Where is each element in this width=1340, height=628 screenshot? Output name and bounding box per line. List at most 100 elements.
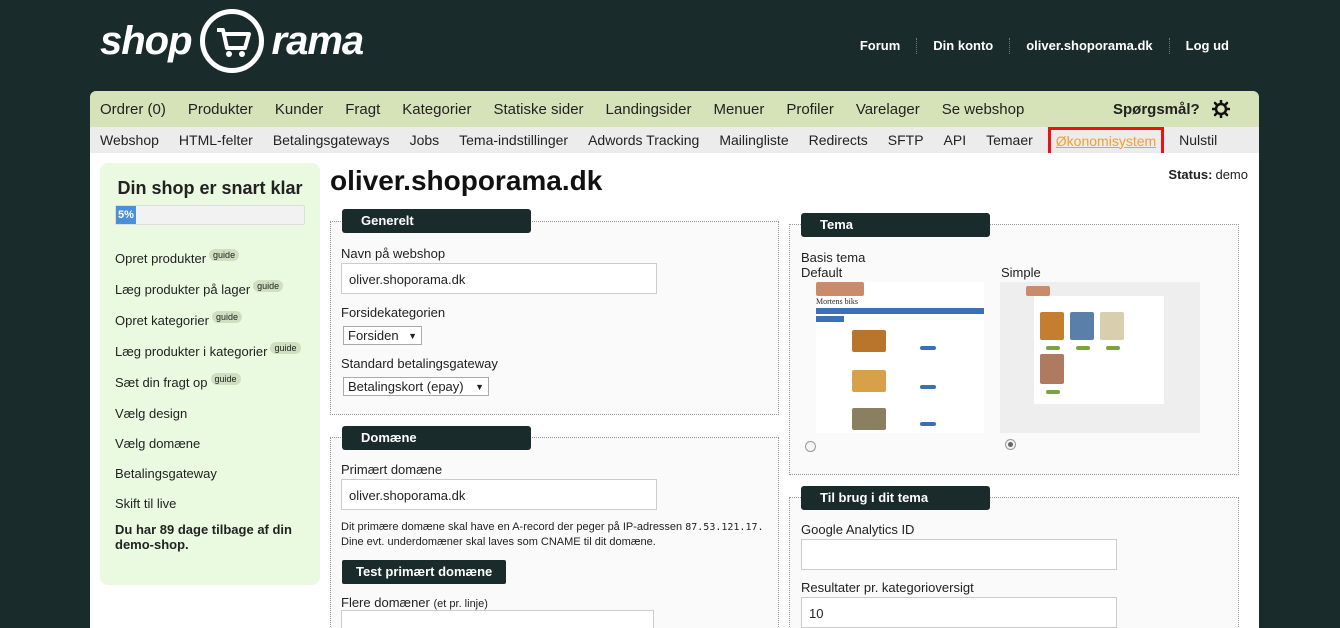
preview-product-notebook — [1100, 312, 1124, 340]
dropdown-arrow-icon: ▼ — [408, 330, 417, 341]
step-payment-gateway[interactable]: Betalingsgateway — [115, 458, 305, 488]
shoporama-logo[interactable]: shop rama — [100, 6, 365, 76]
domain-section: Domæne Primært domæne oliver.shoporama.d… — [330, 426, 779, 628]
nav-shipping[interactable]: Fragt — [334, 101, 391, 118]
shop-name-input[interactable]: oliver.shoporama.dk — [341, 263, 657, 294]
account-link[interactable]: Din konto — [916, 38, 1009, 54]
subnav-api[interactable]: API — [934, 132, 977, 148]
step-choose-design[interactable]: Vælg design — [115, 398, 305, 428]
step-label: Skift til live — [115, 495, 177, 511]
subnav-sftp[interactable]: SFTP — [878, 132, 934, 148]
preview-sidebar — [816, 316, 844, 322]
more-domains-label: Flere domæner (et pr. linje) — [341, 595, 488, 610]
subnav-themes[interactable]: Temaer — [976, 132, 1043, 148]
preview-navbar — [816, 308, 984, 314]
nav-profiles[interactable]: Profiler — [775, 101, 845, 118]
forum-link[interactable]: Forum — [844, 38, 916, 54]
nav-inventory[interactable]: Varelager — [845, 101, 931, 118]
frontpage-category-value: Forsiden — [348, 328, 399, 343]
theme-section-title: Tema — [801, 213, 990, 237]
subnav-payment-gateways[interactable]: Betalingsgateways — [263, 132, 400, 148]
preview-buy-button — [1076, 346, 1090, 350]
preview-header-image — [1026, 286, 1050, 296]
theme-simple-radio[interactable] — [1005, 439, 1016, 450]
preview-product-food-2 — [852, 370, 886, 392]
preview-buy-button — [1106, 346, 1120, 350]
status-value: demo — [1215, 167, 1248, 182]
nav-menus[interactable]: Menuer — [702, 101, 775, 118]
frontpage-category-select[interactable]: Forsiden ▼ — [343, 326, 422, 345]
subnav-reset[interactable]: Nulstil — [1169, 132, 1227, 148]
step-label: Læg produkter i kategorier — [115, 344, 268, 359]
subnav-mailing-list[interactable]: Mailingliste — [709, 132, 798, 148]
results-per-category-input[interactable]: 10 — [801, 597, 1117, 628]
step-go-live[interactable]: Skift til live — [115, 488, 305, 518]
nav-products[interactable]: Produkter — [177, 101, 264, 118]
subnav-accounting-system[interactable]: Økonomisystem — [1047, 126, 1165, 156]
default-payment-label: Standard betalingsgateway — [341, 356, 498, 371]
main-content: Din shop er snart klar 5% Opret produkte… — [90, 153, 1259, 628]
preview-buy-button — [920, 385, 936, 389]
step-products-in-categories[interactable]: Læg produkter i kategorier guide — [115, 336, 305, 367]
guide-badge[interactable]: guide — [210, 372, 241, 385]
guide-badge[interactable]: guide — [270, 341, 301, 354]
more-domains-textarea[interactable] — [341, 610, 654, 628]
domain-help-text: Dit primære domæne skal have en A-record… — [341, 520, 771, 549]
nav-static-pages[interactable]: Statiske sider — [483, 101, 595, 118]
domain-ip-address: 87.53.121.17. — [685, 522, 764, 533]
test-primary-domain-button[interactable]: Test primært domæne — [342, 560, 507, 584]
status-indicator: Status: demo — [1168, 167, 1248, 182]
subnav-adwords-tracking[interactable]: Adwords Tracking — [578, 132, 709, 148]
basis-theme-label: Basis tema — [801, 250, 866, 265]
onboarding-progress: 5% — [115, 205, 305, 225]
step-create-products[interactable]: Opret produkter guide — [115, 243, 305, 274]
preview-product-pattern — [1040, 354, 1064, 384]
logout-link[interactable]: Log ud — [1168, 38, 1245, 54]
theme-default-preview[interactable]: Mortens biks — [816, 282, 984, 433]
logo-text-left: shop — [100, 18, 193, 63]
primary-domain-input[interactable]: oliver.shoporama.dk — [341, 479, 657, 510]
help-link[interactable]: Spørgsmål? — [1113, 101, 1200, 118]
preview-product-food-2 — [1070, 312, 1094, 340]
preview-buy-button — [1046, 390, 1060, 394]
nav-orders[interactable]: Ordrer (0) — [90, 101, 177, 118]
theme-default-radio[interactable] — [805, 441, 816, 452]
progress-fill: 5% — [116, 206, 136, 224]
subnav-jobs[interactable]: Jobs — [400, 132, 450, 148]
dropdown-arrow-icon: ▼ — [475, 381, 484, 392]
guide-badge[interactable]: guide — [211, 310, 242, 323]
preview-buy-button — [920, 346, 936, 350]
preview-product-notebook — [852, 408, 886, 430]
subnav-redirects[interactable]: Redirects — [799, 132, 878, 148]
onboarding-steps: Opret produkter guide Læg produkter på la… — [115, 243, 305, 518]
shop-domain-link[interactable]: oliver.shoporama.dk — [1009, 38, 1168, 54]
domain-help-line1: Dit primære domæne skal have en A-record… — [341, 521, 683, 533]
guide-badge[interactable]: guide — [253, 279, 284, 292]
subnav-theme-settings[interactable]: Tema-indstillinger — [449, 132, 578, 148]
step-label: Læg produkter på lager — [115, 282, 251, 297]
nav-customers[interactable]: Kunder — [264, 101, 334, 118]
logo-text-right: rama — [271, 18, 365, 63]
theme-simple-preview[interactable] — [1000, 282, 1200, 433]
primary-domain-label: Primært domæne — [341, 462, 443, 477]
subnav-html-fields[interactable]: HTML-felter — [169, 132, 263, 148]
google-analytics-input[interactable] — [801, 539, 1117, 570]
default-payment-value: Betalingskort (epay) — [348, 379, 464, 394]
onboarding-sidebar: Din shop er snart klar 5% Opret produkte… — [100, 163, 320, 585]
step-stock-products[interactable]: Læg produkter på lager guide — [115, 274, 305, 305]
step-setup-shipping[interactable]: Sæt din fragt op guide — [115, 367, 305, 398]
nav-landing-pages[interactable]: Landingsider — [595, 101, 703, 118]
guide-badge[interactable]: guide — [209, 248, 240, 261]
google-analytics-label: Google Analytics ID — [801, 522, 915, 537]
gear-icon[interactable] — [1211, 99, 1231, 123]
preview-header-image — [816, 282, 864, 296]
nav-categories[interactable]: Kategorier — [391, 101, 482, 118]
nav-view-webshop[interactable]: Se webshop — [931, 101, 1036, 118]
step-choose-domain[interactable]: Vælg domæne — [115, 428, 305, 458]
theme-section: Tema Basis tema Default Simple Mortens b… — [789, 213, 1239, 475]
default-payment-select[interactable]: Betalingskort (epay) ▼ — [343, 377, 489, 396]
step-label: Opret kategorier — [115, 313, 209, 328]
subnav-webshop[interactable]: Webshop — [90, 132, 169, 148]
general-section: Generelt Navn på webshop oliver.shoporam… — [330, 209, 779, 415]
step-create-categories[interactable]: Opret kategorier guide — [115, 305, 305, 336]
